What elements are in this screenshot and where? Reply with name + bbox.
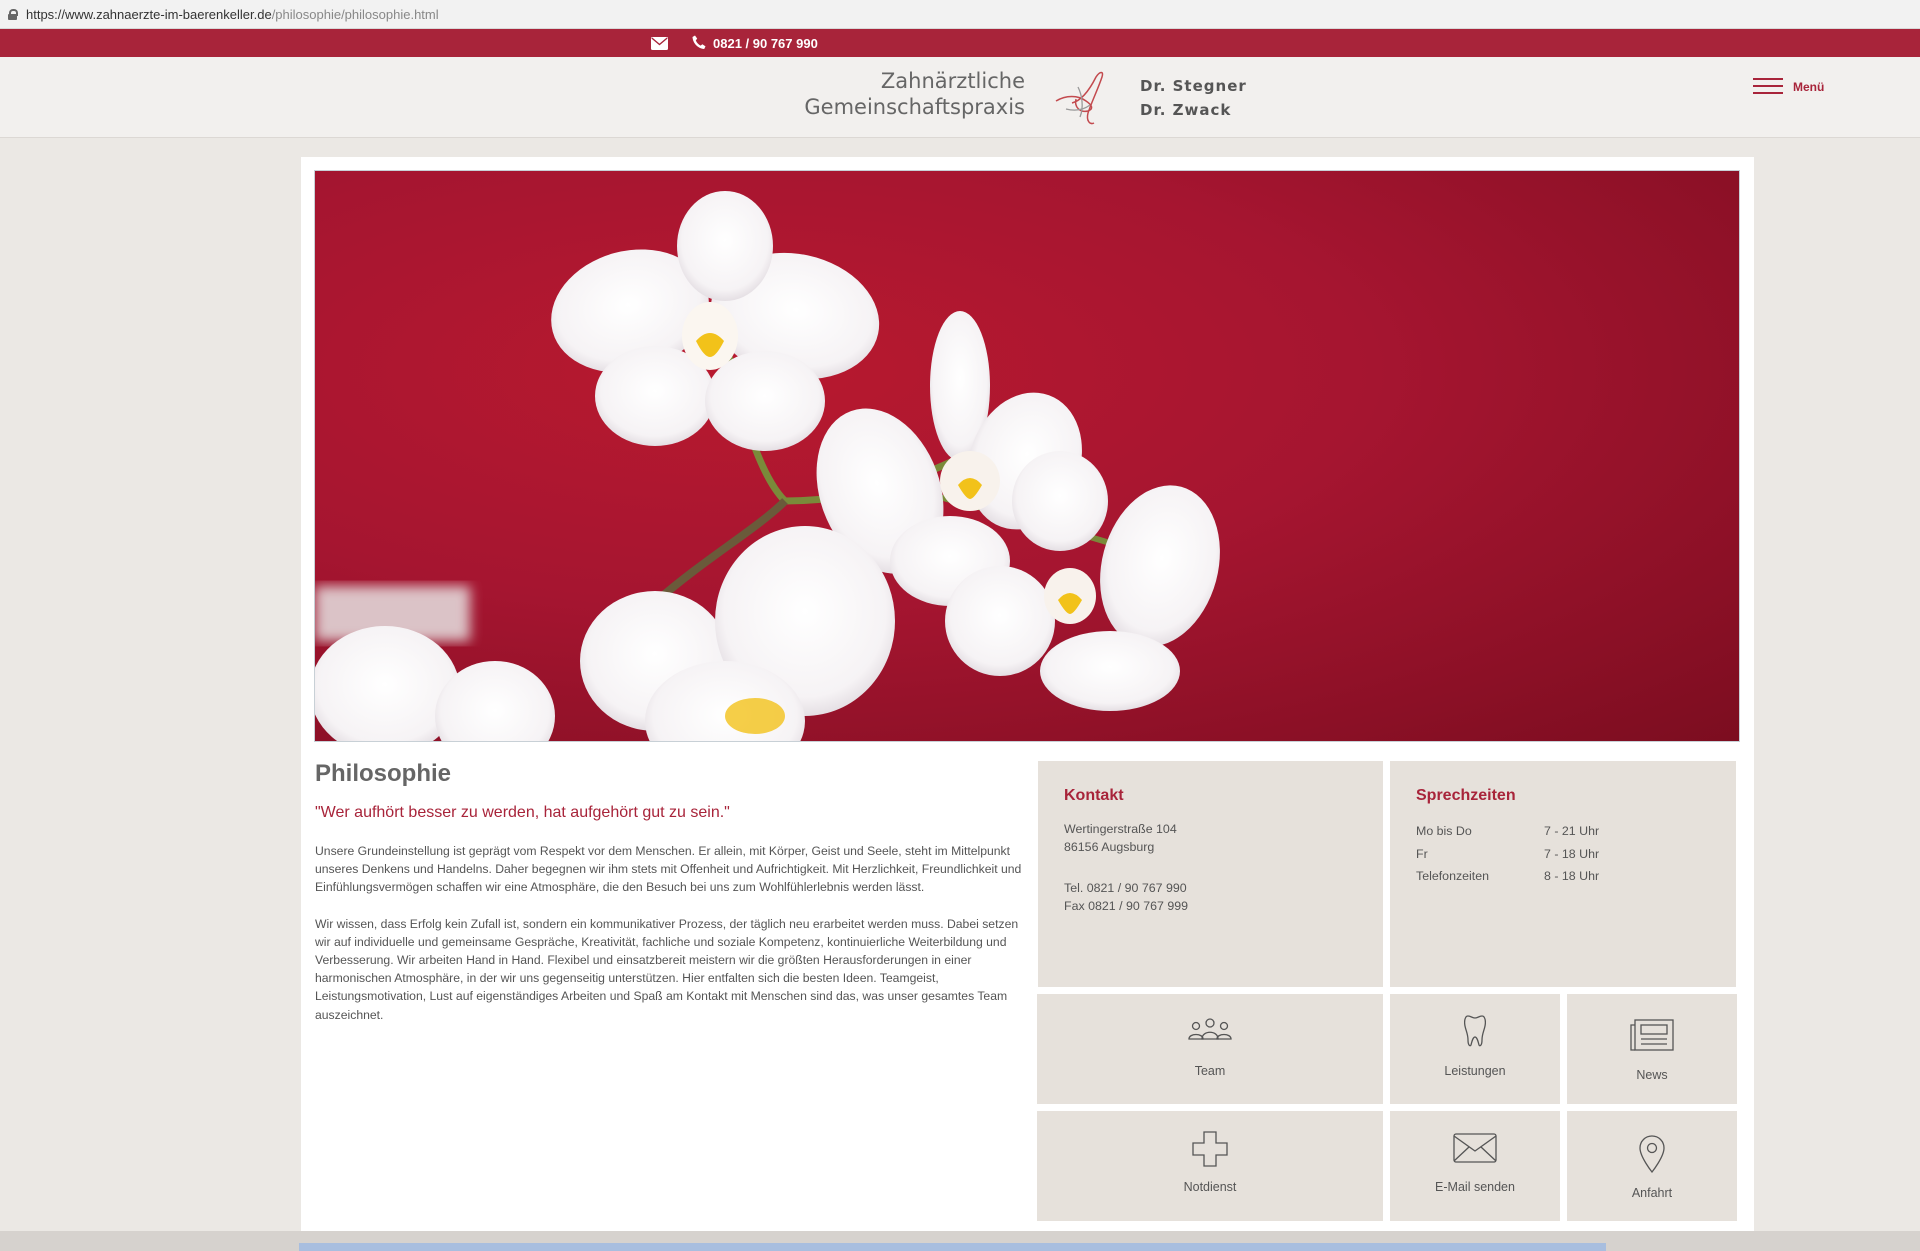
tile-news[interactable]: News [1567,994,1737,1104]
logo-swirl-icon [1055,71,1104,125]
sprechzeiten-title: Sprechzeiten [1416,787,1516,804]
paragraph-1: Unsere Grundeinstellung ist geprägt vom … [315,844,1022,895]
kontakt-box: Kontakt Wertingerstraße 104 86156 Augsbu… [1038,761,1383,987]
address-street: Wertingerstraße 104 [1064,822,1177,836]
people-icon [1188,1018,1232,1040]
phone-number[interactable]: 0821 / 90 767 990 [713,36,818,51]
philosophy-article: Philosophie "Wer aufhört besser zu werde… [315,760,1025,1042]
kontakt-title: Kontakt [1064,787,1124,804]
paragraph-2: Wir wissen, dass Erfolg kein Zufall ist,… [315,916,1019,1022]
sprechzeiten-box: Sprechzeiten Mo bis Do 7 - 21 Uhr Fr 7 -… [1390,761,1736,987]
doctor-name-2: Dr. Zwack [1140,101,1232,119]
hero-orchid-image [314,170,1740,742]
envelope-icon [1453,1133,1497,1163]
tile-anfahrt[interactable]: Anfahrt [1567,1111,1737,1221]
logo-line-2: Gemeinschaftspraxis [804,95,1025,119]
menu-button[interactable]: Menü [1753,75,1824,99]
tile-news-label: News [1636,1068,1668,1082]
orchid-illustration [315,191,1220,741]
tile-team-label: Team [1194,1064,1226,1078]
hamburger-icon [1753,78,1783,96]
logo-text[interactable]: Zahnärztliche Gemeinschaftspraxis [780,68,1025,120]
content-card: Philosophie "Wer aufhört besser zu werde… [301,157,1754,1231]
tile-leistungen[interactable]: Leistungen [1390,994,1560,1104]
tile-email[interactable]: E-Mail senden [1390,1111,1560,1221]
envelope-icon[interactable] [651,37,668,50]
doctor-name-1: Dr. Stegner [1140,77,1247,95]
url-path: /philosophie/philosophie.html [271,6,439,22]
tile-team[interactable]: Team [1037,994,1383,1104]
hours-row: Telefonzeiten 8 - 18 Uhr [1416,869,1600,883]
tile-notdienst[interactable]: Notdienst [1037,1111,1383,1221]
contact-tel[interactable]: Tel. 0821 / 90 767 990 [1064,879,1188,897]
browser-url-bar[interactable]: https://www.zahnaerzte-im-baerenkeller.d… [0,0,1920,29]
tile-anfahrt-label: Anfahrt [1631,1186,1673,1200]
url-host: https://www.zahnaerzte-im-baerenkeller.d… [26,6,272,22]
philosophy-quote: "Wer aufhört besser zu werden, hat aufge… [315,804,730,821]
tile-leistungen-label: Leistungen [1444,1064,1506,1078]
contact-fax: Fax 0821 / 90 767 999 [1064,899,1189,914]
phone-icon [692,35,706,49]
taskbar-strip [299,1243,1606,1251]
lock-icon [8,8,18,20]
logo-line-1: Zahnärztliche [880,69,1025,93]
site-header: Zahnärztliche Gemeinschaftspraxis Dr. St… [0,57,1920,138]
cross-icon [1192,1131,1228,1167]
map-pin-icon [1639,1135,1665,1173]
page-title: Philosophie [315,760,452,787]
tile-notdienst-label: Notdienst [1183,1180,1237,1194]
hours-row: Mo bis Do 7 - 21 Uhr [1416,824,1600,838]
doctor-names: Dr. Stegner Dr. Zwack [1140,74,1247,122]
hours-row: Fr 7 - 18 Uhr [1416,846,1600,861]
newspaper-icon [1630,1019,1674,1051]
address-city: 86156 Augsburg [1064,840,1155,855]
tooth-icon [1464,1015,1486,1047]
bottom-strip [0,1231,1920,1251]
menu-label: Menü [1793,80,1825,94]
tile-email-label: E-Mail senden [1435,1180,1515,1194]
contact-topbar: 0821 / 90 767 990 [0,29,1920,57]
